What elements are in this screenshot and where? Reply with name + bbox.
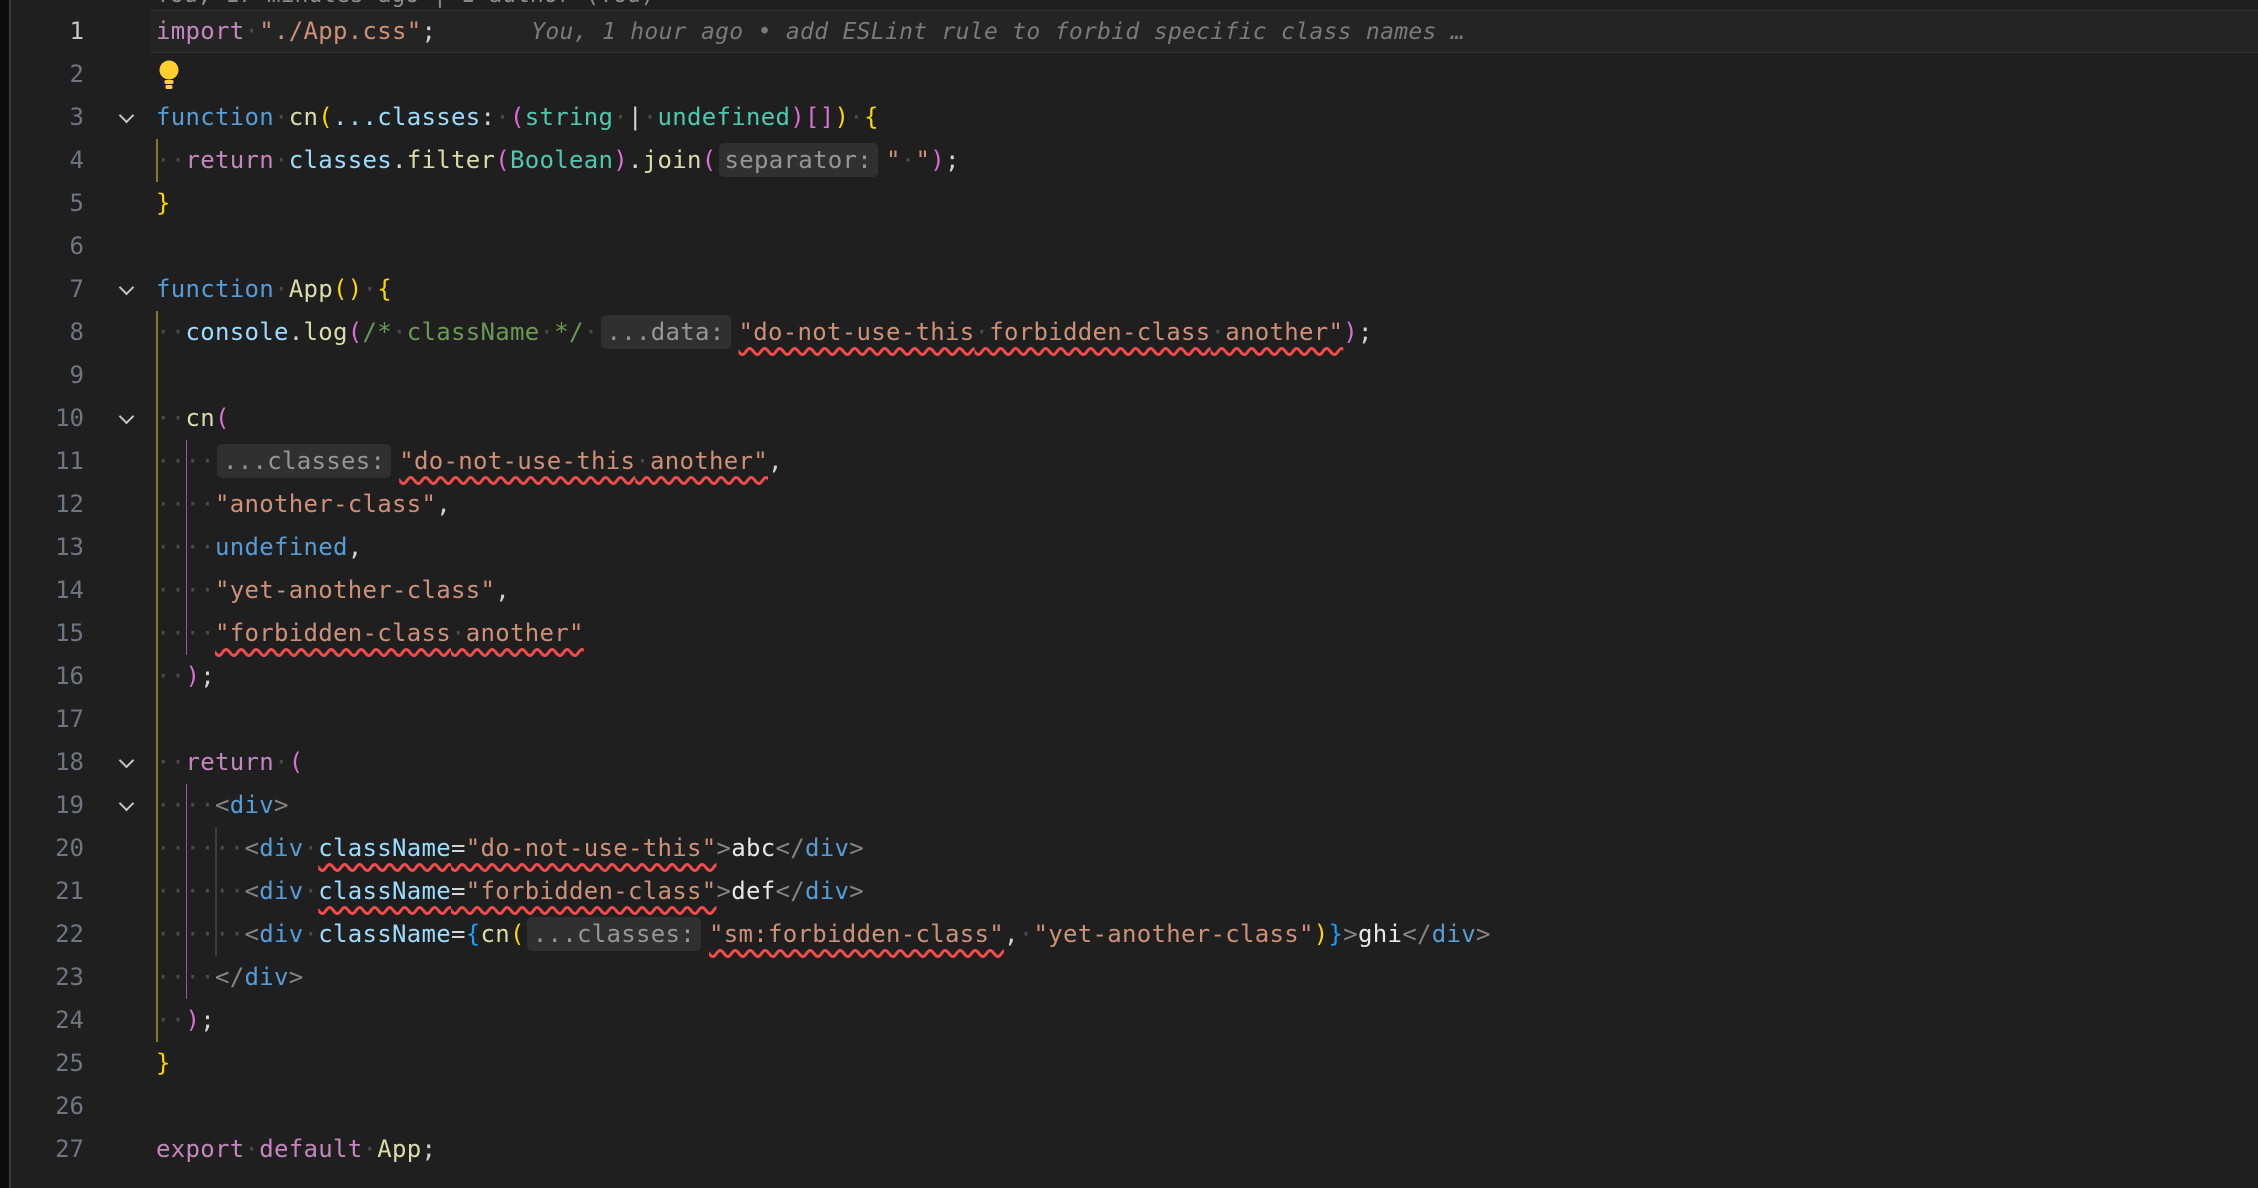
code-text: }: [156, 1042, 171, 1085]
code-text: ··cn(: [156, 397, 230, 440]
line-number[interactable]: 9: [0, 354, 84, 397]
code-line[interactable]: 25}: [0, 1042, 2258, 1085]
line-number[interactable]: 15: [0, 612, 84, 655]
code-text: }: [156, 182, 171, 225]
git-blame-inline: You, 1 hour ago • add ESLint rule to for…: [531, 19, 1465, 45]
code-line[interactable]: 18 ··return·(: [0, 741, 2258, 784]
code-line[interactable]: 15 ····"forbidden-class·another": [0, 612, 2258, 655]
line-number[interactable]: 22: [0, 913, 84, 956]
code-editor: You, 17 minutes ago | 1 author (You) 1im…: [0, 0, 2258, 1188]
code-text: ····undefined,: [156, 526, 363, 569]
line-number[interactable]: 5: [0, 182, 84, 225]
line-number[interactable]: 26: [0, 1085, 84, 1128]
indent-guide: [156, 354, 158, 397]
line-number[interactable]: 6: [0, 225, 84, 268]
line-number[interactable]: 25: [0, 1042, 84, 1085]
line-number[interactable]: 4: [0, 139, 84, 182]
inlay-hint: ...classes:: [217, 444, 391, 478]
code-text: ····"forbidden-class·another": [156, 612, 584, 655]
fold-chevron-down-icon[interactable]: [120, 282, 132, 294]
code-text: ··return·(: [156, 741, 304, 784]
eslint-error-squiggle: className="forbidden-class": [318, 877, 716, 905]
code-text: ··);: [156, 999, 215, 1042]
inlay-hint: ...data:: [601, 315, 731, 349]
code-text: ····</div>: [156, 956, 304, 999]
eslint-error-squiggle: "forbidden-class·another": [215, 619, 584, 647]
line-number[interactable]: 18: [0, 741, 84, 784]
code-line[interactable]: 10 ··cn(: [0, 397, 2258, 440]
code-line[interactable]: 23 ····</div>: [0, 956, 2258, 999]
code-text: function·cn(...classes:·(string·|·undefi…: [156, 96, 879, 139]
fold-chevron-down-icon[interactable]: [120, 755, 132, 767]
line-number[interactable]: 19: [0, 784, 84, 827]
line-number[interactable]: 13: [0, 526, 84, 569]
code-text: ····<div>: [156, 784, 289, 827]
editor-left-edge-line: [9, 0, 11, 1188]
code-line[interactable]: 24 ··);: [0, 999, 2258, 1042]
fold-chevron-down-icon[interactable]: [120, 411, 132, 423]
code-text: ······<div·className="forbidden-class">d…: [156, 870, 864, 913]
inlay-hint: separator:: [719, 143, 879, 177]
line-number[interactable]: 17: [0, 698, 84, 741]
code-line[interactable]: 5}: [0, 182, 2258, 225]
code-line[interactable]: 12 ····"another-class",: [0, 483, 2258, 526]
code-text: export·default·App;: [156, 1128, 436, 1171]
code-line[interactable]: 21 ······<div·className="forbidden-class"…: [0, 870, 2258, 913]
code-line[interactable]: 11····...classes:"do-not-use-this·anothe…: [0, 440, 2258, 483]
line-number[interactable]: 7: [0, 268, 84, 311]
code-text: function·App()·{: [156, 268, 392, 311]
code-line[interactable]: 22 ······<div·className={cn(...classes:"s…: [0, 913, 2258, 956]
code-line[interactable]: 4 ··return·classes.filter(Boolean).join(s…: [0, 139, 2258, 182]
indent-guide: [156, 698, 158, 741]
line-number[interactable]: 11: [0, 440, 84, 483]
line-number[interactable]: 8: [0, 311, 84, 354]
code-text: ····...classes:"do-not-use-this·another"…: [156, 440, 783, 483]
code-line[interactable]: 3 function·cn(...classes:·(string·|·undef…: [0, 96, 2258, 139]
line-number[interactable]: 12: [0, 483, 84, 526]
fold-chevron-down-icon[interactable]: [120, 110, 132, 122]
line-number[interactable]: 16: [0, 655, 84, 698]
code-line[interactable]: 17: [0, 698, 2258, 741]
code-line[interactable]: 6: [0, 225, 2258, 268]
eslint-error-squiggle: "do-not-use-this·forbidden-class·another…: [739, 318, 1344, 346]
editor-lines: 1 import·"./App.css";You, 1 hour ago • ad…: [0, 10, 2258, 1171]
fold-chevron-down-icon[interactable]: [120, 798, 132, 810]
inlay-hint: ...classes:: [527, 917, 701, 951]
code-line[interactable]: 9: [0, 354, 2258, 397]
line-number[interactable]: 1: [0, 10, 84, 53]
code-line[interactable]: 19 ····<div>: [0, 784, 2258, 827]
line-number[interactable]: 3: [0, 96, 84, 139]
code-text: ··console.log(/*·className·*/·...data:"d…: [156, 311, 1373, 354]
line-number[interactable]: 24: [0, 999, 84, 1042]
eslint-error-squiggle: "do-not-use-this·another": [399, 447, 768, 475]
line-number[interactable]: 20: [0, 827, 84, 870]
code-line[interactable]: 14 ····"yet-another-class",: [0, 569, 2258, 612]
code-line[interactable]: 7 function·App()·{: [0, 268, 2258, 311]
code-text: ····"another-class",: [156, 483, 451, 526]
line-number[interactable]: 10: [0, 397, 84, 440]
code-text: ······<div·className={cn(...classes:"sm:…: [156, 913, 1491, 956]
line-number[interactable]: 21: [0, 870, 84, 913]
line-number[interactable]: 23: [0, 956, 84, 999]
code-text: ····"yet-another-class",: [156, 569, 510, 612]
line-number[interactable]: 27: [0, 1128, 84, 1171]
code-text: ······<div·className="do-not-use-this">a…: [156, 827, 864, 870]
code-line[interactable]: 26: [0, 1085, 2258, 1128]
code-text: import·"./App.css";You, 1 hour ago • add…: [156, 10, 1465, 54]
code-line[interactable]: 20 ······<div·className="do-not-use-this"…: [0, 827, 2258, 870]
code-line[interactable]: 8 ··console.log(/*·className·*/·...data:"…: [0, 311, 2258, 354]
code-line[interactable]: 1 import·"./App.css";You, 1 hour ago • ad…: [0, 10, 2258, 53]
line-number[interactable]: 2: [0, 53, 84, 96]
editor-left-edge: [0, 0, 9, 1188]
eslint-error-squiggle: className="do-not-use-this": [318, 834, 716, 862]
code-text: ··);: [156, 655, 215, 698]
line-number[interactable]: 14: [0, 569, 84, 612]
code-line[interactable]: 16 ··);: [0, 655, 2258, 698]
eslint-error-squiggle: "sm:forbidden-class": [709, 920, 1004, 948]
code-text: ··return·classes.filter(Boolean).join(se…: [156, 139, 960, 182]
code-line[interactable]: 27 export·default·App;: [0, 1128, 2258, 1171]
code-line[interactable]: 2: [0, 53, 2258, 96]
code-line[interactable]: 13 ····undefined,: [0, 526, 2258, 569]
